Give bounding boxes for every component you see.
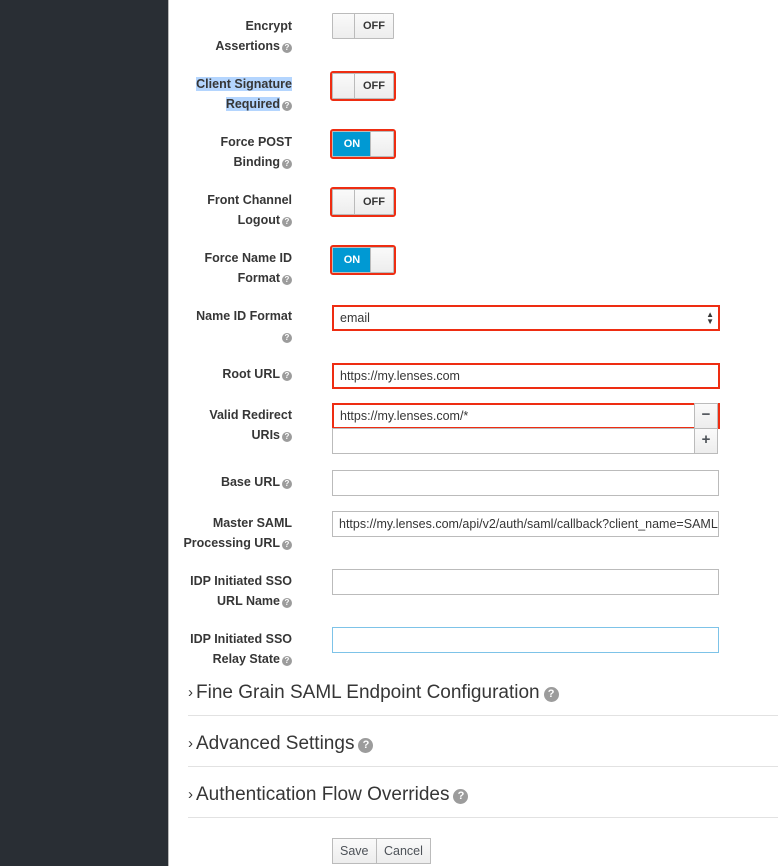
- toggle-knob: [333, 190, 355, 214]
- help-icon[interactable]: ?: [282, 371, 292, 381]
- help-icon[interactable]: ?: [282, 432, 292, 442]
- toggle-knob: [370, 248, 393, 272]
- select-arrows-icon: ▲ ▼: [706, 310, 714, 326]
- chevron-right-icon: ›: [188, 684, 193, 701]
- help-icon[interactable]: ?: [543, 687, 559, 702]
- add-redirect-uri-button[interactable]: +: [694, 428, 718, 454]
- front-channel-logout-label: Front Channel Logout?: [207, 193, 292, 227]
- section-fine-grain-saml[interactable]: › Fine Grain SAML Endpoint Configuration?: [188, 680, 778, 716]
- chevron-right-icon: ›: [188, 735, 193, 752]
- idp-sso-relay-state-input[interactable]: [332, 627, 719, 653]
- save-button[interactable]: Save: [332, 838, 377, 864]
- cancel-button[interactable]: Cancel: [376, 838, 431, 864]
- valid-redirect-uris-label: Valid Redirect URIs?: [209, 408, 292, 442]
- chevron-right-icon: ›: [188, 786, 193, 803]
- redirect-uri-input-2[interactable]: [332, 428, 696, 454]
- redirect-uri-input-1[interactable]: https://my.lenses.com/*: [332, 403, 720, 429]
- toggle-knob: [370, 132, 393, 156]
- force-post-binding-row: Force POST Binding? ON: [170, 129, 778, 169]
- name-id-format-label: Name ID Format ?: [196, 309, 292, 343]
- help-icon[interactable]: ?: [282, 159, 292, 169]
- help-icon[interactable]: ?: [453, 789, 469, 804]
- idp-sso-url-name-input[interactable]: [332, 569, 719, 595]
- encrypt-assertions-label: Encrypt Assertions?: [215, 19, 292, 53]
- help-icon[interactable]: ?: [282, 101, 292, 111]
- sidebar: [0, 0, 169, 866]
- master-saml-url-label: Master SAML Processing URL?: [183, 516, 292, 550]
- help-icon[interactable]: ?: [282, 43, 292, 53]
- idp-sso-relay-state-label: IDP Initiated SSO Relay State?: [190, 632, 292, 666]
- help-icon[interactable]: ?: [282, 479, 292, 489]
- force-name-id-format-label: Force Name ID Format?: [204, 251, 292, 285]
- help-icon[interactable]: ?: [282, 217, 292, 227]
- section-title: Fine Grain SAML Endpoint Configuration: [196, 682, 540, 703]
- section-advanced-settings[interactable]: › Advanced Settings?: [188, 731, 778, 767]
- help-icon[interactable]: ?: [282, 540, 292, 550]
- section-title: Authentication Flow Overrides: [196, 784, 450, 805]
- toggle-knob: [333, 74, 355, 98]
- idp-sso-url-name-label: IDP Initiated SSO URL Name?: [190, 574, 292, 608]
- help-icon[interactable]: ?: [358, 738, 374, 753]
- client-signature-required-label: Client Signature Required?: [196, 77, 292, 111]
- front-channel-logout-row: Front Channel Logout? OFF: [170, 187, 778, 227]
- force-post-binding-toggle[interactable]: ON: [330, 129, 396, 159]
- front-channel-logout-toggle[interactable]: OFF: [330, 187, 396, 217]
- encrypt-assertions-row: Encrypt Assertions? OFF: [170, 13, 778, 53]
- remove-redirect-uri-button[interactable]: −: [694, 403, 718, 429]
- force-name-id-format-row: Force Name ID Format? ON: [170, 245, 778, 285]
- root-url-input[interactable]: https://my.lenses.com: [332, 363, 720, 389]
- root-url-label: Root URL?: [152, 364, 292, 384]
- help-icon[interactable]: ?: [282, 333, 292, 343]
- base-url-input[interactable]: [332, 470, 719, 496]
- section-title: Advanced Settings: [196, 733, 355, 754]
- name-id-format-select[interactable]: email ▲ ▼: [332, 305, 720, 331]
- section-auth-flow-overrides[interactable]: › Authentication Flow Overrides?: [188, 782, 778, 818]
- client-signature-required-row: Client Signature Required? OFF: [170, 71, 778, 111]
- force-post-binding-label: Force POST Binding?: [220, 135, 292, 169]
- help-icon[interactable]: ?: [282, 598, 292, 608]
- client-settings-form: Encrypt Assertions? OFF Client Signature…: [170, 0, 778, 866]
- encrypt-assertions-toggle[interactable]: OFF: [332, 13, 394, 39]
- force-name-id-format-toggle[interactable]: ON: [330, 245, 396, 275]
- toggle-knob: [333, 14, 355, 38]
- help-icon[interactable]: ?: [282, 656, 292, 666]
- master-saml-url-input[interactable]: https://my.lenses.com/api/v2/auth/saml/c…: [332, 511, 719, 537]
- base-url-label: Base URL?: [152, 472, 292, 492]
- client-signature-required-toggle[interactable]: OFF: [330, 71, 396, 101]
- help-icon[interactable]: ?: [282, 275, 292, 285]
